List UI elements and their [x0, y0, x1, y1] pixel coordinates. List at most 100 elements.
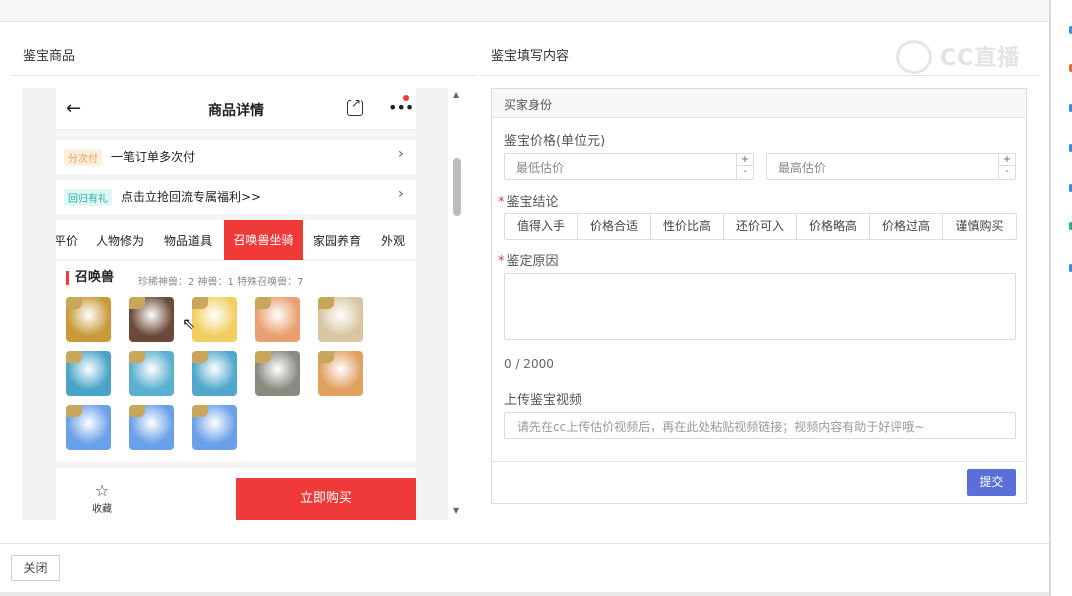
- star-icon: ☆: [94, 481, 110, 500]
- rarity-badge-icon: [66, 297, 82, 309]
- min-price-placeholder: 最低估价: [516, 161, 565, 175]
- return-gift-row[interactable]: 回归有礼 点击立抢回流专属福利>> ›: [56, 180, 416, 214]
- rarity-badge-icon: [129, 297, 145, 309]
- min-price-input[interactable]: 最低估价 + -: [504, 153, 754, 180]
- golden-spirit-icon[interactable]: [192, 297, 237, 342]
- rarity-badge-icon: [192, 351, 208, 363]
- tab-appearance[interactable]: 外观: [381, 232, 405, 249]
- fairy-pet-3-icon[interactable]: [192, 351, 237, 396]
- conclusion-option[interactable]: 价格略高: [797, 214, 870, 239]
- category-tabs: 平价 人物修为 物品道具 召唤兽坐骑 家园养育 外观: [56, 220, 416, 260]
- reason-textarea[interactable]: [504, 273, 1016, 340]
- conclusion-label-text: 鉴宝结论: [506, 195, 559, 210]
- chevron-right-icon: ›: [398, 186, 404, 202]
- right-edge-panel: [1049, 0, 1072, 596]
- mouse-cursor-icon: ⇖: [182, 314, 196, 333]
- fairy-pet-2-icon[interactable]: [129, 351, 174, 396]
- tab-summons-active[interactable]: 召唤兽坐骑: [224, 220, 303, 260]
- favorite-button[interactable]: ☆ 收藏: [88, 481, 116, 516]
- conclusion-option[interactable]: 值得入手: [505, 214, 578, 239]
- left-section-title: 鉴宝商品: [23, 49, 76, 64]
- divider: [480, 75, 1038, 76]
- scroll-up-icon[interactable]: ▲: [453, 90, 459, 99]
- rarity-badge-icon: [255, 351, 271, 363]
- required-mark: *: [498, 254, 505, 269]
- appraisal-form: 买家身份 鉴宝价格(单位元) 最低估价 + - 最高估价 + - * 鉴宝结论 值得入…: [491, 88, 1027, 504]
- scroll-down-icon[interactable]: ▼: [453, 506, 459, 515]
- conclusion-label: * 鉴宝结论: [498, 191, 559, 210]
- rarity-badge-icon: [129, 405, 145, 417]
- conclusion-option[interactable]: 谨慎购买: [943, 214, 1016, 239]
- conclusion-option[interactable]: 价格合适: [578, 214, 651, 239]
- divider: [11, 75, 476, 76]
- video-link-input[interactable]: 请先在cc上传估价视频后，再在此处粘贴视频链接；视频内容有助于好评哦~: [504, 412, 1016, 439]
- close-button[interactable]: 关闭: [11, 555, 60, 581]
- return-gift-tag: 回归有礼: [64, 189, 112, 206]
- conclusion-option[interactable]: 还价可入: [724, 214, 797, 239]
- favorite-label: 收藏: [92, 504, 112, 515]
- summons-stats: 珍稀神兽：2 神兽：1 特殊召唤兽：7: [138, 277, 304, 288]
- product-preview: ← 商品详情 ••• 分次付 一笔订单多次付 › 回归有礼 点击立抢回流专属福利…: [22, 88, 448, 520]
- orange-beast-icon[interactable]: [318, 351, 363, 396]
- rarity-badge-icon: [192, 405, 208, 417]
- preview-scrollbar[interactable]: ▲ ▼: [450, 88, 464, 520]
- watermark: CC直播: [940, 46, 1021, 71]
- white-dragon-icon[interactable]: [318, 297, 363, 342]
- max-price-stepper[interactable]: + -: [998, 154, 1015, 179]
- conclusion-option[interactable]: 价格过高: [870, 214, 943, 239]
- divider: [492, 461, 1026, 462]
- girl-pet-icon[interactable]: [255, 297, 300, 342]
- bottom-strip: [0, 592, 1049, 596]
- rarity-badge-icon: [318, 297, 334, 309]
- tab-pingjia[interactable]: 平价: [56, 232, 78, 249]
- more-icon[interactable]: •••: [388, 98, 414, 117]
- notification-dot: [403, 95, 409, 101]
- max-price-input[interactable]: 最高估价 + -: [766, 153, 1016, 180]
- rarity-badge-icon: [255, 297, 271, 309]
- max-price-placeholder: 最高估价: [778, 161, 827, 175]
- installment-text: 一笔订单多次付: [111, 150, 196, 164]
- phone-bottom-bar: ☆ 收藏 立即购买: [56, 478, 416, 520]
- rarity-badge-icon: [66, 351, 82, 363]
- char-counter: 0 / 2000: [504, 357, 554, 371]
- ice-beast-icon[interactable]: [66, 405, 111, 450]
- rarity-badge-icon: [129, 351, 145, 363]
- top-bar: [0, 0, 1049, 22]
- stone-beast-icon[interactable]: [255, 351, 300, 396]
- rarity-badge-icon: [66, 405, 82, 417]
- phone-header: ← 商品详情 •••: [56, 88, 416, 130]
- divider: [0, 543, 1049, 544]
- buy-now-button[interactable]: 立即购买: [236, 478, 416, 520]
- golden-beast-icon[interactable]: [66, 297, 111, 342]
- phone-screen: ← 商品详情 ••• 分次付 一笔订单多次付 › 回归有礼 点击立抢回流专属福利…: [56, 88, 416, 520]
- return-gift-text: 点击立抢回流专属福利>>: [121, 190, 262, 204]
- conclusion-option[interactable]: 性价比高: [651, 214, 724, 239]
- tab-character[interactable]: 人物修为: [96, 232, 144, 249]
- installment-row[interactable]: 分次付 一笔订单多次付 ›: [56, 140, 416, 174]
- conclusion-options: 值得入手 价格合适 性价比高 还价可入 价格略高 价格过高 谨慎购买: [504, 213, 1017, 240]
- tab-home[interactable]: 家园养育: [313, 232, 361, 249]
- price-label: 鉴宝价格(单位元): [504, 134, 606, 149]
- ice-beast-2-icon[interactable]: [129, 405, 174, 450]
- fairy-pet-icon[interactable]: [66, 351, 111, 396]
- submit-button[interactable]: 提交: [967, 469, 1016, 496]
- chevron-right-icon: ›: [398, 146, 404, 162]
- summons-title: 召唤兽: [66, 271, 114, 285]
- summons-section: 召唤兽 珍稀神兽：2 神兽：1 特殊召唤兽：7: [56, 261, 416, 461]
- ice-beast-3-icon[interactable]: [192, 405, 237, 450]
- scroll-thumb[interactable]: [453, 158, 461, 216]
- share-icon[interactable]: [347, 96, 363, 116]
- form-header: 买家身份: [492, 89, 1026, 118]
- min-price-stepper[interactable]: + -: [736, 154, 753, 179]
- installment-tag: 分次付: [64, 149, 102, 166]
- watermark-logo-icon: [896, 40, 932, 74]
- reason-label: * 鉴定原因: [498, 250, 559, 269]
- required-mark: *: [498, 195, 505, 210]
- reason-label-text: 鉴定原因: [506, 254, 559, 269]
- right-section-title: 鉴宝填写内容: [491, 49, 570, 64]
- rarity-badge-icon: [192, 297, 208, 309]
- warrior-pet-icon[interactable]: [129, 297, 174, 342]
- rarity-badge-icon: [318, 351, 334, 363]
- tab-items[interactable]: 物品道具: [164, 232, 212, 249]
- video-label: 上传鉴宝视频: [504, 393, 583, 408]
